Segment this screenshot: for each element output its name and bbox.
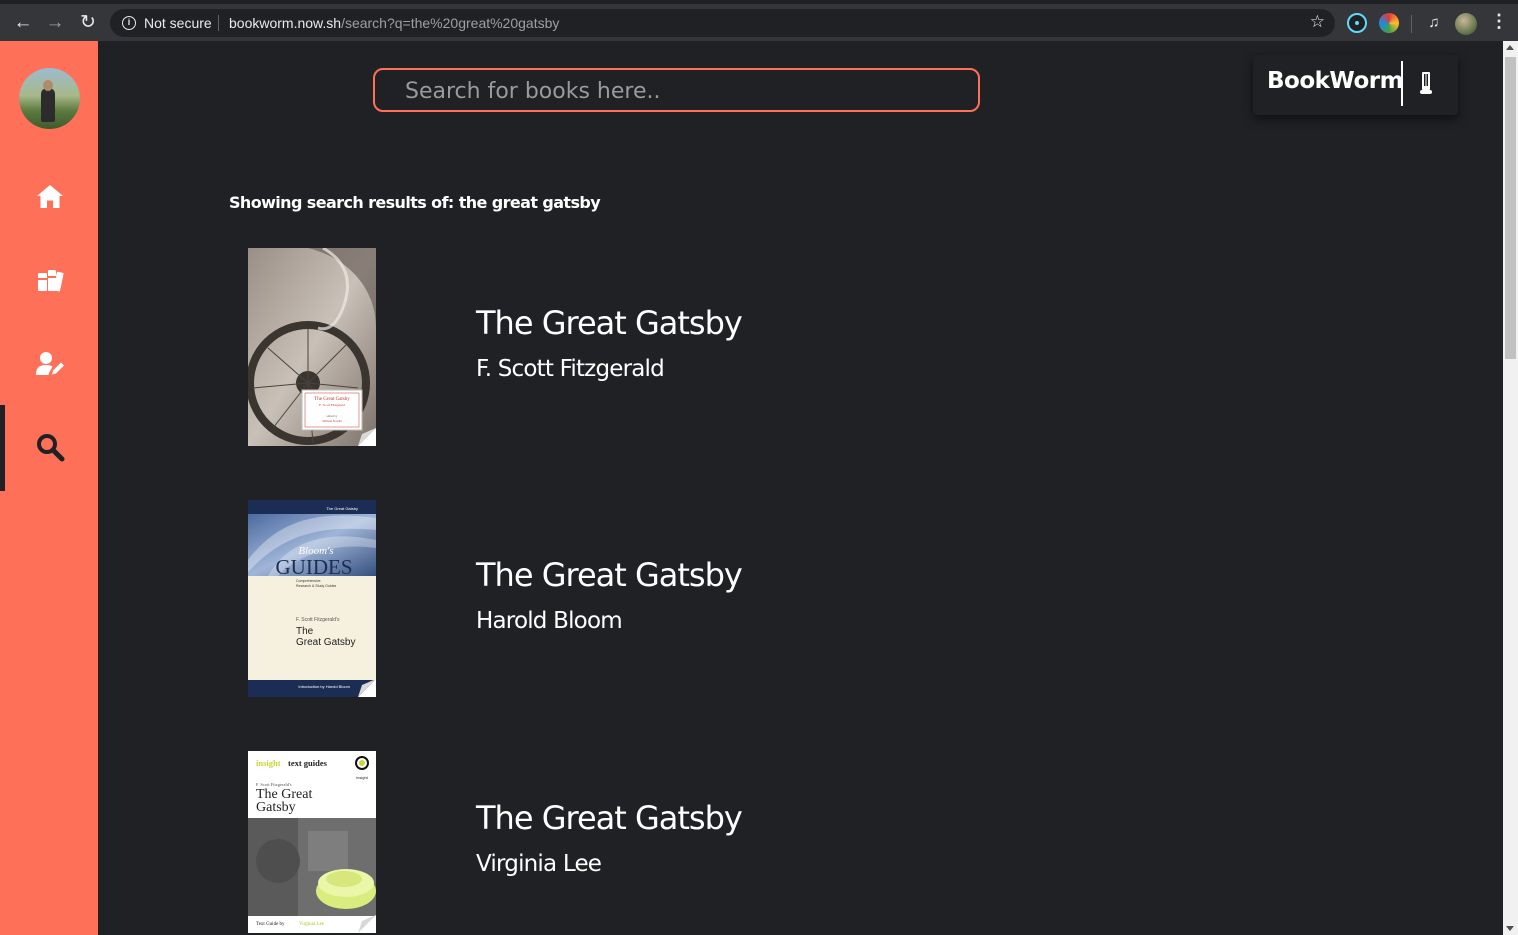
cover-text: edited by (326, 414, 338, 418)
cover-text: Comprehensive (296, 579, 321, 583)
security-label[interactable]: Not secure (144, 15, 212, 31)
back-arrow-icon[interactable]: ← (10, 10, 36, 36)
book-title[interactable]: The Great Gatsby (476, 304, 743, 342)
active-nav-indicator (0, 405, 5, 491)
user-avatar[interactable] (19, 68, 80, 129)
cover-text: insight (256, 758, 281, 768)
address-bar[interactable]: i Not secure bookworm.now.sh/search?q=th… (110, 9, 1335, 37)
url-text[interactable]: bookworm.now.sh/search?q=the%20great%20g… (229, 15, 559, 31)
theme-toggle-icon[interactable] (1420, 72, 1432, 96)
cover-text: The Great Gatsby (314, 397, 350, 402)
cover-text: Research & Study Guides (296, 584, 337, 588)
book-result[interactable]: The Great Gatsby Bloom's GUIDES Comprehe… (248, 500, 848, 700)
scrollbar-thumb[interactable] (1505, 57, 1516, 359)
book-cover[interactable]: insight text guides insight F. Scott Fit… (248, 751, 376, 933)
cover-text: Virginia Lee (299, 922, 325, 927)
bookmark-star-icon[interactable]: ☆ (1310, 12, 1325, 32)
browser-toolbar: ← → ↻ i Not secure bookworm.now.sh/searc… (0, 0, 1518, 41)
reload-icon[interactable]: ↻ (75, 10, 101, 36)
book-author: F. Scott Fitzgerald (476, 356, 665, 382)
search-box[interactable] (373, 68, 980, 112)
toolbar-divider (1411, 15, 1412, 33)
info-icon[interactable]: i (122, 16, 136, 30)
books-icon[interactable] (35, 265, 65, 295)
url-path: /search?q=the%20great%20gatsby (341, 15, 560, 31)
cover-text: F. Scott Fitzgerald's (296, 617, 340, 623)
book-author: Harold Bloom (476, 608, 623, 634)
cover-text: The Great Gatsby (326, 506, 358, 511)
book-title[interactable]: The Great Gatsby (476, 799, 743, 837)
cover-text: Text Guide by (256, 922, 285, 927)
book-result[interactable]: insight text guides insight F. Scott Fit… (248, 751, 848, 935)
cover-text: GUIDES (276, 555, 353, 579)
sidebar (0, 41, 98, 935)
cover-text: text guides (288, 758, 328, 768)
color-extension-icon[interactable] (1379, 13, 1399, 33)
cover-text: Michael Nowlin (322, 419, 342, 423)
avatar-figure (41, 88, 55, 122)
book-result[interactable]: The Great Gatsby F. Scott Fitzgerald edi… (248, 248, 848, 448)
react-devtools-icon[interactable] (1347, 13, 1367, 33)
search-icon[interactable] (35, 432, 65, 462)
scroll-down-arrow-icon[interactable] (1506, 926, 1514, 931)
user-edit-icon[interactable] (35, 349, 65, 379)
page-scrollbar[interactable] (1503, 41, 1518, 935)
cover-text: Introduction by Harold Bloom (298, 684, 350, 689)
brand-card: BookWorm (1253, 55, 1458, 115)
media-control-icon[interactable]: ♫ (1424, 13, 1444, 33)
home-icon[interactable] (35, 182, 65, 212)
cover-text: F. Scott Fitzgerald (319, 403, 345, 407)
cover-text: The (296, 626, 314, 637)
book-cover[interactable]: The Great Gatsby F. Scott Fitzgerald edi… (248, 248, 376, 446)
browser-profile-avatar[interactable] (1455, 13, 1477, 35)
browser-menu-icon[interactable]: ⋮ (1490, 11, 1508, 32)
cover-text: Gatsby (256, 800, 296, 815)
cover-text: insight (356, 775, 368, 780)
omnibox-divider (218, 15, 219, 31)
url-host: bookworm.now.sh (229, 15, 342, 31)
book-author: Virginia Lee (476, 851, 602, 877)
avatar-head (43, 80, 53, 91)
brand-name: BookWorm (1267, 68, 1404, 94)
search-input[interactable] (405, 76, 965, 106)
forward-arrow-icon[interactable]: → (42, 10, 68, 36)
scroll-up-arrow-icon[interactable] (1506, 45, 1514, 50)
cover-text: Great Gatsby (296, 637, 355, 648)
brand-divider (1401, 61, 1403, 106)
results-heading: Showing search results of: the great gat… (229, 193, 601, 212)
book-cover[interactable]: The Great Gatsby Bloom's GUIDES Comprehe… (248, 500, 376, 697)
book-title[interactable]: The Great Gatsby (476, 556, 743, 594)
